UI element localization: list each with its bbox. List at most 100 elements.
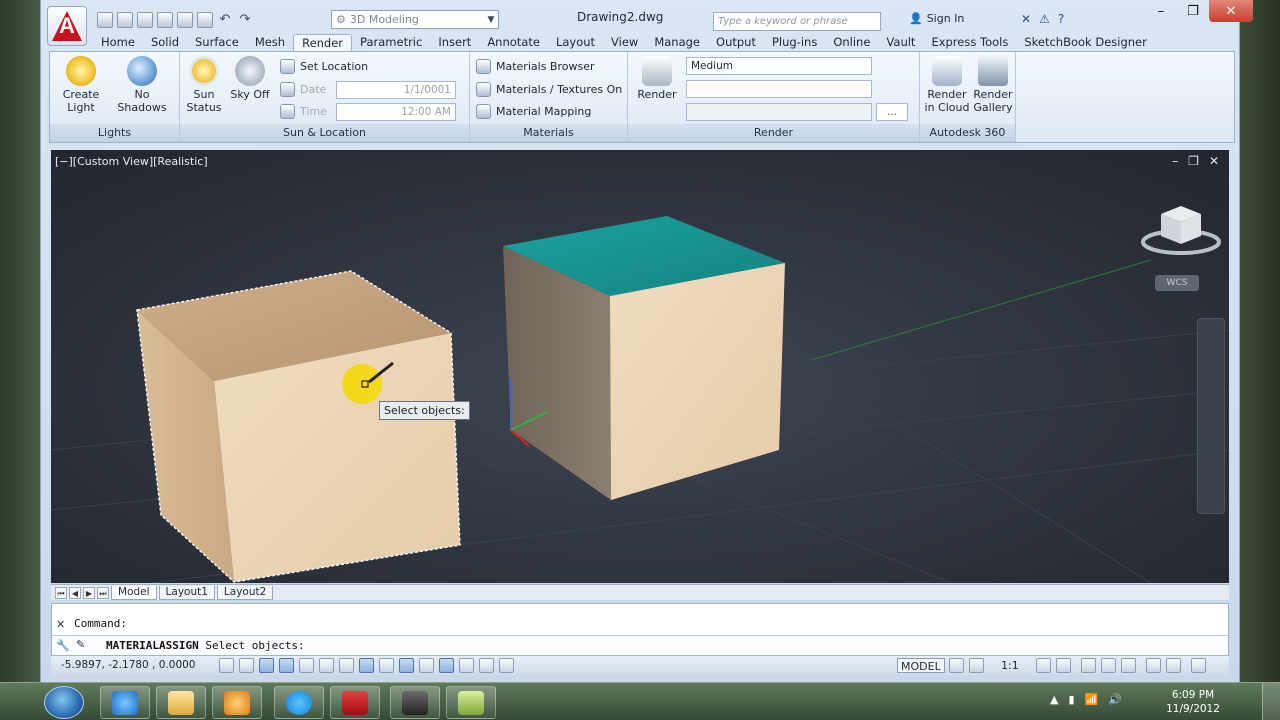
render-in-cloud-button[interactable]: Render in Cloud — [922, 56, 972, 114]
dynamic-ucs-icon[interactable] — [379, 658, 394, 673]
exchange-icon[interactable]: ✕ — [1021, 12, 1031, 26]
coordinates-readout[interactable]: -5.9897, -2.1780 , 0.0000 — [61, 659, 196, 671]
clock[interactable]: 6:09 PM 11/9/2012 — [1166, 688, 1220, 716]
annotation-scale[interactable]: 1:1 — [1001, 659, 1019, 672]
layout-tab-layout1[interactable]: Layout1 — [158, 585, 215, 600]
lineweight-icon[interactable] — [419, 658, 434, 673]
annotation-monitor-icon[interactable] — [499, 658, 514, 673]
next-tab-icon[interactable]: ▶ — [83, 586, 95, 599]
quick-view-layouts-icon[interactable] — [949, 658, 964, 673]
date-field[interactable]: 1/1/0001 — [336, 81, 456, 99]
undo-icon[interactable]: ↶ — [217, 12, 233, 28]
snap-mode-icon[interactable] — [239, 658, 254, 673]
selection-cycling-icon[interactable] — [479, 658, 494, 673]
taskbar-media-player[interactable] — [212, 686, 262, 719]
no-shadows-button[interactable]: No Shadows — [110, 56, 174, 114]
taskbar-explorer[interactable] — [156, 686, 206, 719]
render-gallery-button[interactable]: Render Gallery — [972, 56, 1014, 114]
render-panel-title[interactable]: Render — [628, 124, 919, 142]
recent-commands-icon[interactable]: ✎ — [76, 638, 85, 651]
materials-panel-title[interactable]: Materials — [470, 124, 627, 142]
viewport-minimize-icon[interactable]: – — [1172, 154, 1178, 168]
taskbar-autocad[interactable] — [330, 686, 380, 719]
lights-panel-title[interactable]: Lights — [50, 124, 179, 142]
redo-icon[interactable]: ↷ — [237, 12, 253, 28]
object-snap-icon[interactable] — [319, 658, 334, 673]
object-snap-tracking-icon[interactable] — [359, 658, 374, 673]
grid-display-icon[interactable] — [259, 658, 274, 673]
tab-render[interactable]: Render — [293, 34, 353, 51]
model-space-button[interactable]: MODEL — [897, 658, 945, 673]
viewport-label[interactable]: [−][Custom View][Realistic] — [55, 155, 208, 168]
show-desktop-button[interactable] — [1262, 683, 1280, 720]
tab-view[interactable]: View — [603, 34, 646, 51]
sun-status-button[interactable]: Sun Status — [184, 56, 224, 114]
taskbar-app[interactable] — [446, 686, 496, 719]
isolate-objects-icon[interactable] — [1146, 658, 1161, 673]
time-field[interactable]: 12:00 AM — [336, 103, 456, 121]
materials-textures-button[interactable]: Materials / Textures On — [476, 82, 622, 97]
lock-icon[interactable] — [1101, 658, 1116, 673]
volume-icon[interactable]: 🔊 — [1108, 693, 1122, 706]
status-bar-menu-icon[interactable] — [1166, 658, 1181, 673]
render-preset-dropdown[interactable]: Medium — [686, 57, 872, 75]
maximize-icon[interactable]: ❐ — [1177, 0, 1209, 22]
start-button[interactable] — [44, 686, 84, 719]
search-input[interactable]: Type a keyword or phrase — [713, 12, 881, 31]
tab-home[interactable]: Home — [93, 34, 143, 51]
sky-off-button[interactable]: Sky Off — [228, 56, 272, 101]
taskbar-recorder[interactable] — [390, 686, 440, 719]
material-mapping-button[interactable]: Material Mapping — [476, 104, 591, 119]
sun-panel-title[interactable]: Sun & Location — [180, 124, 469, 142]
tab-layout[interactable]: Layout — [548, 34, 603, 51]
taskbar-internet-explorer[interactable] — [100, 686, 150, 719]
signal-icon[interactable]: 📶 — [1085, 693, 1099, 706]
tab-express-tools[interactable]: Express Tools — [923, 34, 1016, 51]
minimize-icon[interactable]: – — [1145, 0, 1177, 22]
taskbar-skype[interactable] — [274, 686, 324, 719]
quick-view-drawings-icon[interactable] — [969, 658, 984, 673]
prev-tab-icon[interactable]: ◀ — [69, 586, 81, 599]
tab-output[interactable]: Output — [708, 34, 764, 51]
materials-browser-button[interactable]: Materials Browser — [476, 59, 595, 74]
infer-constraints-icon[interactable] — [219, 658, 234, 673]
hardware-acceleration-icon[interactable] — [1121, 658, 1136, 673]
tab-plug-ins[interactable]: Plug-ins — [764, 34, 825, 51]
transparency-icon[interactable] — [439, 658, 454, 673]
right-box[interactable] — [503, 216, 785, 500]
ortho-mode-icon[interactable] — [279, 658, 294, 673]
command-input[interactable]: 🔧 ✎ MATERIALASSIGN Select objects: — [52, 635, 1228, 655]
viewcube[interactable] — [1141, 200, 1221, 260]
plot-icon[interactable] — [197, 12, 213, 28]
tab-manage[interactable]: Manage — [646, 34, 708, 51]
wrench-icon[interactable]: 🔧 — [56, 639, 70, 652]
quick-properties-icon[interactable] — [459, 658, 474, 673]
tab-online[interactable]: Online — [825, 34, 878, 51]
3d-object-snap-icon[interactable] — [339, 658, 354, 673]
tab-vault[interactable]: Vault — [878, 34, 923, 51]
wcs-menu[interactable]: WCS — [1155, 275, 1199, 291]
last-tab-icon[interactable]: ⏭ — [97, 586, 109, 599]
tab-solid[interactable]: Solid — [143, 34, 187, 51]
workspace-dropdown[interactable]: ⚙ 3D Modeling ▼ — [331, 10, 499, 29]
command-close-icon[interactable]: ✕ — [56, 618, 65, 631]
render-size-field[interactable] — [686, 103, 872, 121]
layout-tab-layout2[interactable]: Layout2 — [216, 585, 274, 600]
workspace-switching-icon[interactable] — [1081, 658, 1096, 673]
help-icon[interactable]: ? — [1058, 12, 1064, 26]
polar-tracking-icon[interactable] — [299, 658, 314, 673]
tab-surface[interactable]: Surface — [187, 34, 247, 51]
new-icon[interactable] — [97, 12, 113, 28]
close-icon[interactable]: ✕ — [1209, 0, 1253, 22]
network-icon[interactable]: ▮ — [1068, 693, 1074, 706]
open-icon[interactable] — [117, 12, 133, 28]
tab-mesh[interactable]: Mesh — [247, 34, 293, 51]
browse-button[interactable]: ... — [876, 103, 908, 121]
render-button[interactable]: Render — [632, 56, 682, 101]
cloud-save-icon[interactable] — [177, 12, 193, 28]
clean-screen-icon[interactable] — [1191, 658, 1206, 673]
create-light-button[interactable]: Create Light — [56, 56, 106, 114]
sign-in-button[interactable]: 👤 Sign In — [909, 12, 964, 25]
viewport-close-icon[interactable]: ✕ — [1209, 154, 1219, 168]
first-tab-icon[interactable]: ⏮ — [55, 586, 67, 599]
